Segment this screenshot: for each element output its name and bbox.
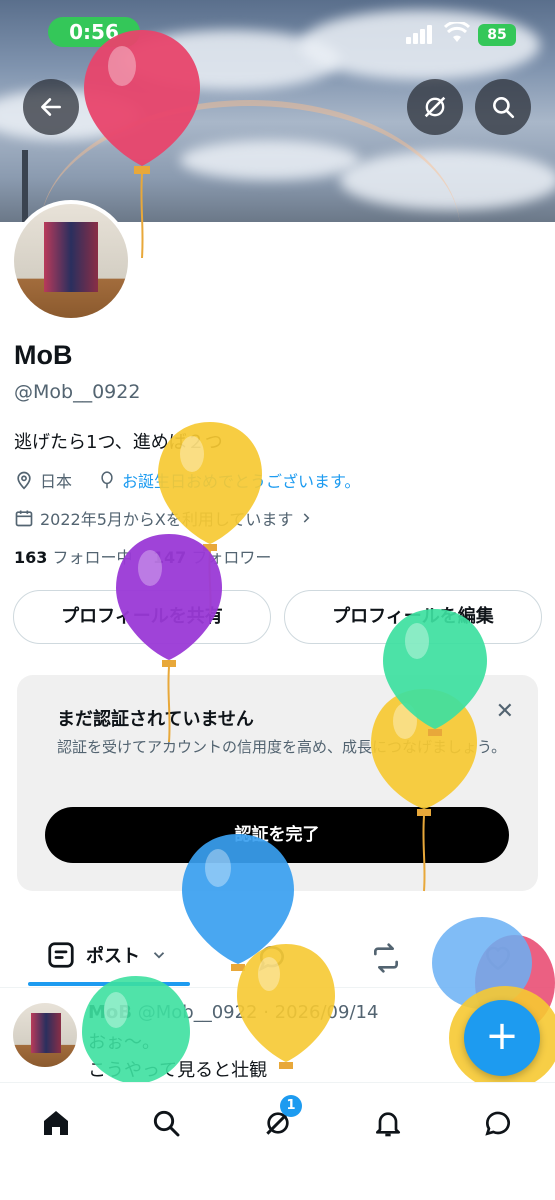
location-icon [17,471,31,490]
profile-handle: @Mob__0922 [14,381,141,403]
followers-link[interactable]: 147 フォロワー [153,548,272,567]
verification-card: まだ認証されていません ✕ 認証を受けてアカウントの信用度を高め、成長につなげま… [17,675,538,891]
balloon-icon [101,471,113,489]
close-icon[interactable]: ✕ [496,699,514,724]
battery-indicator: 85 [478,24,516,46]
profile-bio: 逃げたら1つ、進めば２つ [14,432,223,453]
chevron-down-icon[interactable] [150,946,168,964]
status-bar: 0:56 85 [0,0,555,64]
nav-grok[interactable]: 1 [258,1095,302,1143]
tab-posts-label: ポスト [86,946,140,967]
reply-icon [258,946,284,972]
post-line-1: おぉ〜。 [88,1032,160,1053]
post-tab-icon [48,942,74,968]
compose-post-button[interactable]: + [464,1000,540,1076]
post-meta: @Mob__0922 · 2026/09/14 [137,1002,379,1023]
arrow-left-icon [41,98,61,116]
heart-icon [485,946,511,971]
tab-replies[interactable] [256,942,288,978]
joined-text: 2022年5月からXを利用しています [40,510,294,529]
post-header: MoB @Mob__0922 · 2026/09/14 [88,1002,378,1023]
post-avatar[interactable] [13,1003,77,1067]
bell-icon [376,1112,400,1137]
edit-profile-button[interactable]: プロフィールを編集 [284,590,542,644]
wifi-icon [443,20,471,44]
tab-posts[interactable]: ポスト [46,940,168,970]
followers-label: フォロワー [191,548,272,567]
follow-stats: 163 フォロー中 147 フォロワー [14,544,271,568]
joined-row[interactable]: 2022年5月からXを利用しています [14,506,313,530]
active-tab-indicator [28,982,190,986]
share-profile-button[interactable]: プロフィールを共有 [13,590,271,644]
profile-avatar[interactable] [10,200,132,322]
post-body[interactable]: おぉ〜。 こうやって見ると壮観 [88,1029,267,1085]
tab-reposts[interactable] [370,942,402,978]
post-line-2: こうやって見ると壮観 [88,1060,268,1081]
following-link[interactable]: 163 フォロー中 [14,548,133,567]
verification-title: まだ認証されていません [57,709,254,730]
complete-verification-button[interactable]: 認証を完了 [45,807,509,863]
nav-messages[interactable] [478,1103,518,1143]
profile-name: MoB [14,340,73,370]
search-button[interactable] [475,79,531,135]
tower-silhouette [22,150,28,222]
nav-home[interactable] [36,1103,76,1143]
repost-icon [374,943,398,973]
grok-button[interactable] [407,79,463,135]
nav-explore[interactable] [146,1103,186,1143]
profile-meta-row: 日本 お誕生日おめでとうございます。 [14,468,360,492]
tab-likes[interactable] [482,942,514,978]
following-count: 163 [14,548,48,567]
bottom-navigation: 1 [0,1082,555,1200]
home-icon [44,1111,68,1135]
back-button[interactable] [23,79,79,135]
followers-count: 147 [152,548,187,567]
chat-bubble-icon [485,1111,510,1136]
following-label: フォロー中 [52,548,133,567]
signal-icon [406,24,434,44]
post-author[interactable]: MoB [88,1002,132,1023]
search-icon [493,97,515,119]
grok-icon [424,96,446,118]
calendar-icon [15,510,33,527]
verification-description: 認証を受けてアカウントの信用度を高め、成長につなげましょう。 [57,738,507,756]
chevron-right-icon [304,513,310,523]
profile-location: 日本 [40,472,73,491]
nav-notifications[interactable] [368,1103,408,1143]
birthday-link[interactable]: お誕生日おめでとうございます。 [122,468,360,492]
status-time: 0:56 [48,17,140,47]
profile-tabs: ポスト [0,920,555,988]
search-icon [153,1110,180,1137]
notification-badge: 1 [280,1095,302,1117]
